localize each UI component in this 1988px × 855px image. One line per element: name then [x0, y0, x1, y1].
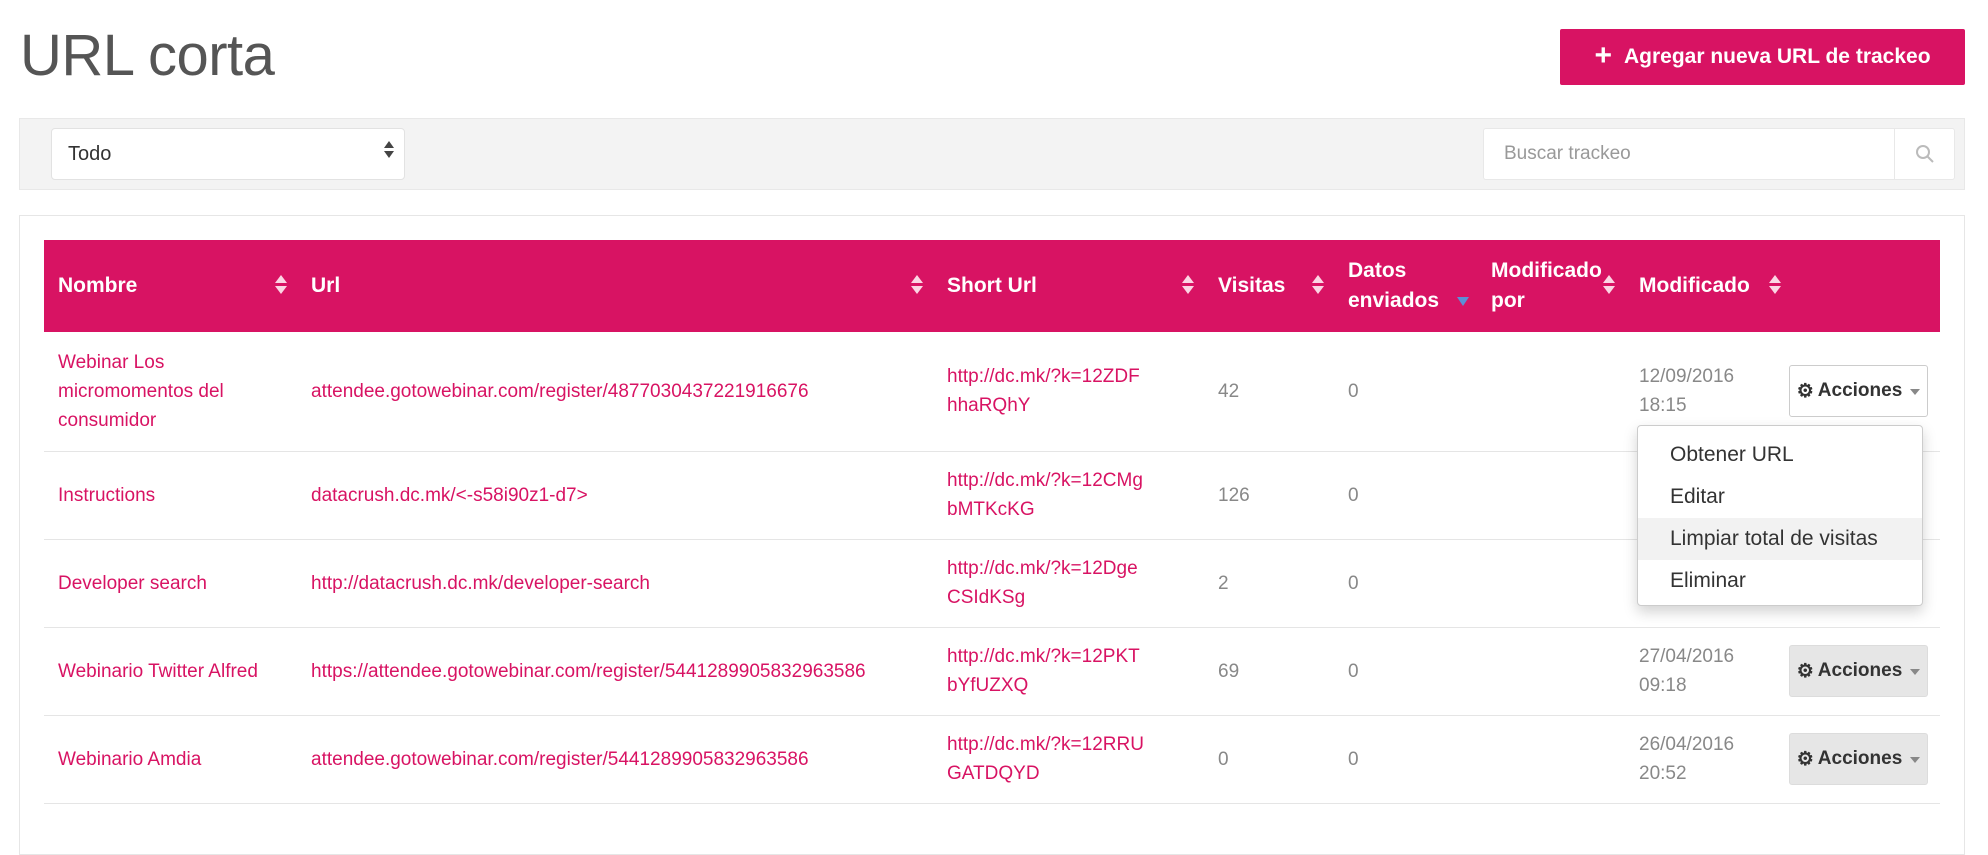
cell-datos-enviados: 0	[1348, 484, 1359, 506]
actions-dropdown-menu: Obtener URL Editar Limpiar total de visi…	[1637, 425, 1923, 606]
cell-nombre[interactable]: Webinario Amdia	[44, 715, 297, 803]
plus-icon: +	[1594, 38, 1612, 72]
cell-modificado: 27/04/2016 09:18	[1639, 646, 1735, 696]
sort-icon	[1182, 275, 1194, 294]
caret-down-icon	[1910, 757, 1921, 763]
cell-visitas: 2	[1218, 572, 1229, 594]
cell-visitas: 0	[1218, 748, 1229, 770]
sort-desc-icon	[1457, 297, 1469, 307]
sort-icon	[275, 275, 287, 294]
search-button[interactable]	[1894, 128, 1955, 180]
cell-url[interactable]: https://attendee.gotowebinar.com/registe…	[297, 627, 933, 715]
cell-short-url[interactable]: http://dc.mk/?k=12DgeCSIdKSg	[933, 539, 1204, 627]
column-header-modificado[interactable]: Modificado	[1625, 240, 1781, 332]
cell-short-url[interactable]: http://dc.mk/?k=12ZDFhhaRQhY	[933, 332, 1204, 451]
cell-visitas: 69	[1218, 660, 1240, 682]
cell-url[interactable]: datacrush.dc.mk/<-s58i90z1-d7>	[297, 451, 933, 539]
cell-modificado-por	[1477, 715, 1625, 803]
menu-item-limpiar-visitas[interactable]: Limpiar total de visitas	[1638, 518, 1922, 560]
filter-bar: Todo	[19, 118, 1965, 190]
actions-button[interactable]: ⚙ Acciones	[1789, 733, 1928, 785]
sort-icon	[1312, 275, 1324, 294]
table-row: Webinario Amdia attendee.gotowebinar.com…	[44, 715, 1940, 803]
cell-nombre[interactable]: Developer search	[44, 539, 297, 627]
cell-nombre[interactable]: Instructions	[44, 451, 297, 539]
add-button-label: Agregar nueva URL de trackeo	[1623, 45, 1931, 68]
cell-modificado: 26/04/2016 20:52	[1639, 734, 1735, 784]
menu-item-obtener-url[interactable]: Obtener URL	[1638, 434, 1922, 476]
add-tracking-url-button[interactable]: + Agregar nueva URL de trackeo	[1560, 29, 1965, 85]
select-arrows-icon	[384, 141, 394, 158]
cell-datos-enviados: 0	[1348, 660, 1359, 682]
cell-nombre[interactable]: Webinario Twitter Alfred	[44, 627, 297, 715]
cell-short-url[interactable]: http://dc.mk/?k=12PKTbYfUZXQ	[933, 627, 1204, 715]
caret-down-icon	[1910, 669, 1921, 675]
cell-datos-enviados: 0	[1348, 380, 1359, 402]
column-header-modificado-por[interactable]: Modificado por	[1477, 240, 1625, 332]
table-row: Webinario Twitter Alfred https://attende…	[44, 627, 1940, 715]
gear-icon: ⚙	[1796, 380, 1814, 402]
cell-url[interactable]: attendee.gotowebinar.com/register/487703…	[297, 332, 933, 451]
cell-datos-enviados: 0	[1348, 748, 1359, 770]
cell-url[interactable]: http://datacrush.dc.mk/developer-search	[297, 539, 933, 627]
page-title: URL corta	[20, 23, 275, 88]
cell-actions: ⚙ Acciones	[1775, 627, 1940, 715]
gear-icon: ⚙	[1796, 660, 1814, 682]
cell-modificado-por	[1477, 332, 1625, 451]
column-header-url[interactable]: Url	[297, 240, 933, 332]
caret-down-icon	[1910, 389, 1921, 396]
gear-icon: ⚙	[1796, 748, 1814, 770]
column-header-short-url[interactable]: Short Url	[933, 240, 1204, 332]
filter-select-value: Todo	[68, 142, 112, 165]
filter-select[interactable]: Todo	[51, 128, 405, 180]
cell-modificado-por	[1477, 451, 1625, 539]
column-header-actions	[1775, 240, 1940, 332]
cell-visitas: 42	[1218, 380, 1240, 402]
column-header-datos-enviados[interactable]: Datos enviados	[1334, 240, 1477, 332]
cell-modificado-por	[1477, 539, 1625, 627]
cell-datos-enviados: 0	[1348, 572, 1359, 594]
actions-button[interactable]: ⚙ Acciones	[1789, 645, 1928, 697]
cell-nombre[interactable]: Webinar Los micromomentos del consumidor	[44, 332, 297, 451]
column-header-visitas[interactable]: Visitas	[1204, 240, 1334, 332]
sort-icon	[1603, 275, 1615, 294]
cell-actions: ⚙ Acciones	[1775, 715, 1940, 803]
cell-modificado-por	[1477, 627, 1625, 715]
menu-item-eliminar[interactable]: Eliminar	[1638, 560, 1922, 602]
cell-visitas: 126	[1218, 484, 1250, 506]
sort-icon	[911, 275, 923, 294]
actions-button[interactable]: ⚙ Acciones	[1789, 365, 1928, 418]
cell-url[interactable]: attendee.gotowebinar.com/register/544128…	[297, 715, 933, 803]
column-header-nombre[interactable]: Nombre	[44, 240, 297, 332]
cell-short-url[interactable]: http://dc.mk/?k=12RRUGATDQYD	[933, 715, 1204, 803]
table-header-row: Nombre Url Short Url Visitas Datos envia…	[44, 240, 1940, 332]
cell-short-url[interactable]: http://dc.mk/?k=12CMgbMTKcKG	[933, 451, 1204, 539]
menu-item-editar[interactable]: Editar	[1638, 476, 1922, 518]
search-icon	[1915, 145, 1934, 163]
search-input[interactable]	[1483, 128, 1894, 180]
